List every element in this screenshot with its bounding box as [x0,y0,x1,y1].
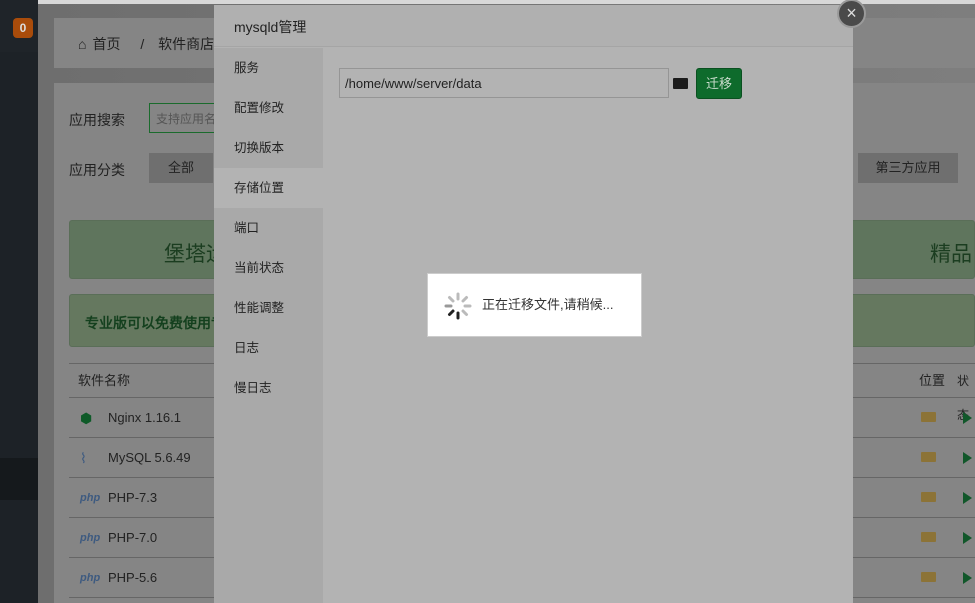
sidebar: 0 [0,0,38,603]
loading-dialog: 正在迁移文件,请稍候... [427,273,642,337]
php-icon: php [80,572,101,584]
menu-port[interactable]: 端口 [214,208,323,248]
php-icon: php [80,492,101,504]
play-icon[interactable] [963,532,972,544]
software-name[interactable]: MySQL 5.6.49 [108,450,191,465]
category-label: 应用分类 [69,162,125,178]
menu-switch-version[interactable]: 切换版本 [214,128,323,168]
search-label: 应用搜索 [69,112,125,128]
migrate-button[interactable]: 迁移 [696,68,742,99]
sidebar-header: 0 [0,0,38,52]
loading-text: 正在迁移文件,请稍候... [482,297,614,312]
category-third-party[interactable]: 第三方应用 [858,153,958,183]
breadcrumb-current: 软件商店 [158,36,215,52]
category-all[interactable]: 全部 [149,153,213,183]
menu-service[interactable]: 服务 [214,48,323,88]
menu-log[interactable]: 日志 [214,328,323,368]
play-icon[interactable] [963,492,972,504]
menu-slow-log[interactable]: 慢日志 [214,368,323,408]
folder-icon[interactable] [921,452,936,462]
play-icon[interactable] [963,572,972,584]
folder-icon[interactable] [921,572,936,582]
software-name[interactable]: PHP-7.3 [108,490,157,505]
mysql-icon: ⌇ [80,450,87,466]
play-icon[interactable] [963,452,972,464]
folder-icon[interactable] [921,532,936,542]
menu-status[interactable]: 当前状态 [214,248,323,288]
nginx-icon: ⬢ [80,410,93,426]
spinner-icon [444,292,472,320]
software-name[interactable]: PHP-5.6 [108,570,157,585]
data-path-input[interactable]: /home/www/server/data [339,68,669,98]
breadcrumb-separator: / [140,36,145,52]
menu-storage-location[interactable]: 存储位置 [214,168,323,208]
play-icon[interactable] [963,412,972,424]
menu-performance[interactable]: 性能调整 [214,288,323,328]
folder-icon[interactable] [921,492,936,502]
col-name: 软件名称 [78,373,131,388]
software-name[interactable]: Nginx 1.16.1 [108,410,181,425]
pro-banner-text: 专业版可以免费使用专 [85,315,225,331]
sidebar-item-active[interactable] [0,458,38,500]
modal-menu: 服务 配置修改 切换版本 存储位置 端口 当前状态 性能调整 日志 慢日志 [214,48,323,603]
modal-title: mysqld管理 [214,5,853,47]
folder-open-icon[interactable] [673,78,688,89]
software-name[interactable]: PHP-7.0 [108,530,157,545]
folder-icon[interactable] [921,412,936,422]
banner-right-text: 精品 [930,243,972,266]
col-location: 位置 [919,373,946,388]
php-icon: php [80,532,101,544]
home-icon: ⌂ [78,36,87,52]
close-icon[interactable]: × [837,0,866,28]
breadcrumb-home[interactable]: 首页 [92,36,120,52]
menu-config[interactable]: 配置修改 [214,88,323,128]
notification-badge[interactable]: 0 [13,18,33,38]
